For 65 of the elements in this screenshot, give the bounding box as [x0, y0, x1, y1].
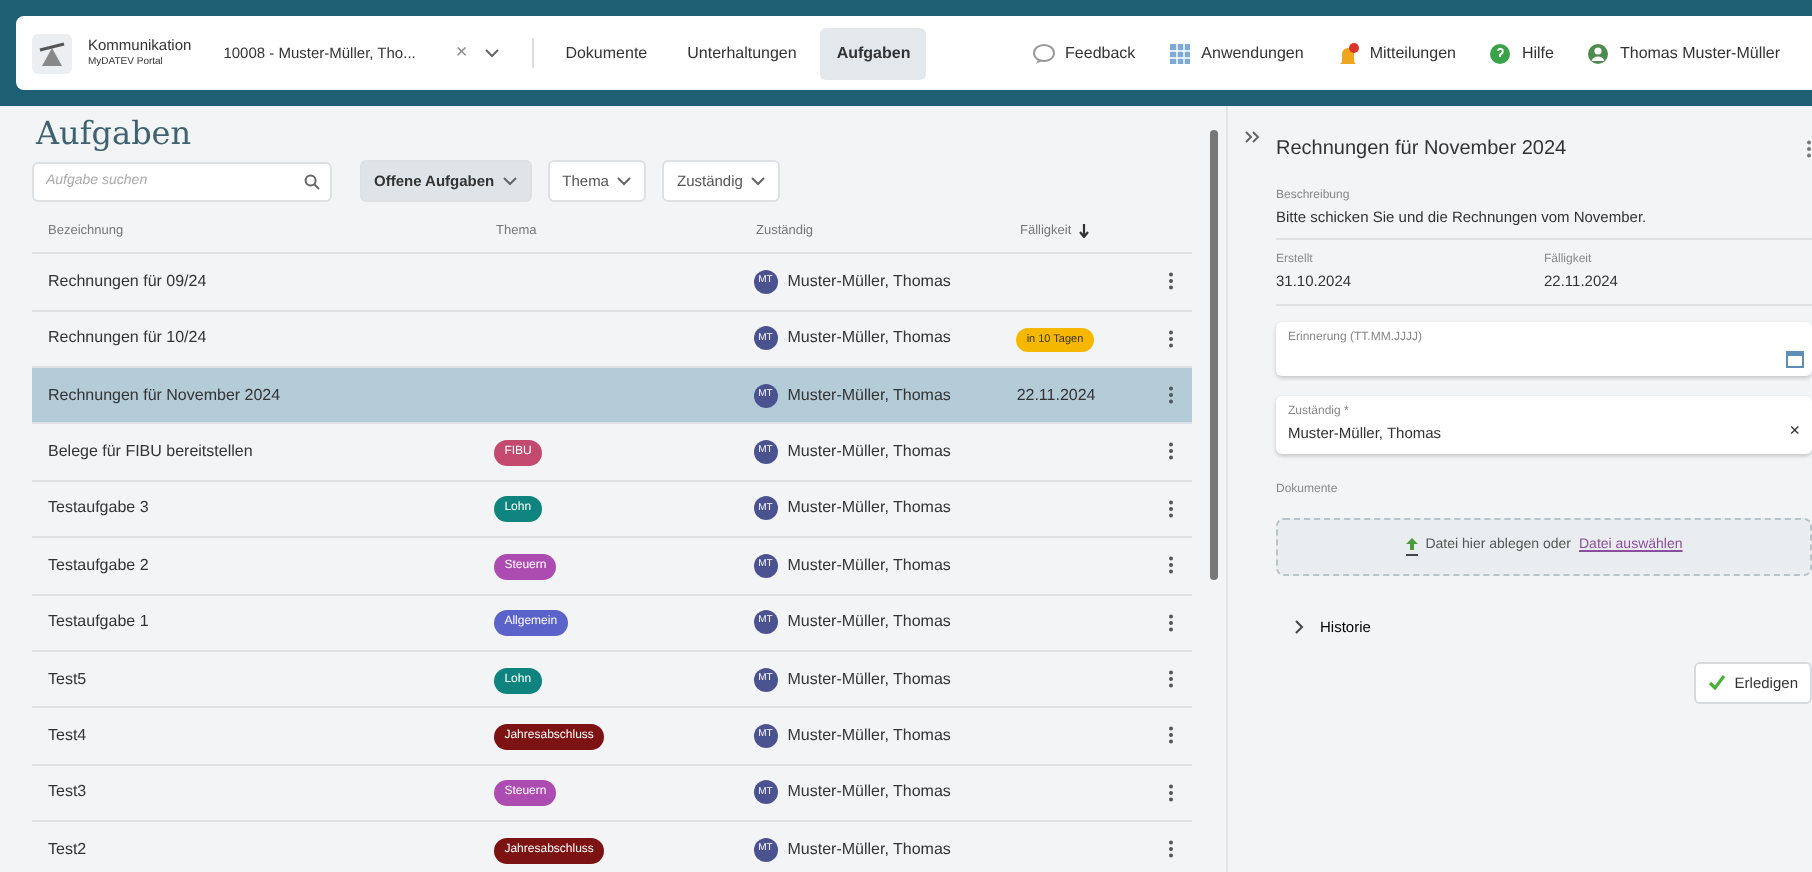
task-name: Test5 [48, 669, 87, 688]
more-icon[interactable] [1167, 840, 1174, 859]
task-name: Testaufgabe 3 [48, 498, 149, 517]
more-icon[interactable] [1167, 613, 1174, 632]
assignee-name: Muster-Müller, Thomas [787, 780, 951, 805]
clear-button[interactable]: × [455, 38, 468, 68]
more-icon[interactable] [1167, 499, 1174, 518]
task-name: Test4 [48, 726, 87, 744]
more-icon[interactable] [1167, 556, 1174, 575]
assignee-name: Muster-Müller, Thomas [787, 269, 951, 294]
more-icon[interactable] [1167, 442, 1174, 461]
clear-button[interactable]: × [1789, 418, 1800, 445]
assignee-name: Muster-Müller, Thomas [787, 667, 951, 692]
task-name: Test2 [48, 839, 87, 858]
chevron-right-icon [1292, 619, 1304, 634]
bell-icon [1335, 41, 1360, 65]
nav-tab[interactable]: Dokumente [549, 27, 664, 79]
header-action[interactable]: Thomas Muster-Müller [1569, 41, 1796, 65]
search-icon [304, 173, 320, 190]
sort-arrow-icon [1077, 224, 1090, 239]
assignee-name: Muster-Müller, Thomas [787, 326, 951, 351]
nav-tab[interactable]: Aufgaben [820, 27, 927, 79]
header-action[interactable]: Anwendungen [1151, 41, 1320, 65]
scrollbar[interactable] [1204, 106, 1228, 872]
task-name: Rechnungen für 09/24 [48, 271, 207, 290]
assignee-name: Muster-Müller, Thomas [787, 553, 951, 578]
more-icon[interactable] [1167, 386, 1174, 405]
chevron-down-icon [616, 174, 633, 189]
detail-title: Rechnungen für November 2024 [1276, 136, 1567, 164]
chevron-down-icon[interactable] [483, 46, 500, 60]
task-name: Belege für FIBU bereitstellen [48, 442, 253, 461]
assignee-name: Muster-Müller, Thomas [787, 383, 951, 408]
more-icon[interactable] [1167, 783, 1174, 802]
due-date: 22.11.2024 [1016, 385, 1096, 404]
checkmark-icon [1708, 674, 1727, 691]
header-action[interactable]: Hilfe [1471, 41, 1570, 65]
task-name: Testaufgabe 2 [48, 555, 149, 574]
more-icon[interactable] [1806, 140, 1812, 158]
assignee-name: Muster-Müller, Thomas [787, 837, 951, 862]
more-icon[interactable] [1167, 670, 1174, 688]
help-icon [1487, 41, 1512, 65]
assignee-name: Muster-Müller, Thomas [787, 724, 951, 748]
more-icon[interactable] [1167, 726, 1174, 745]
more-icon[interactable] [1167, 329, 1174, 348]
chevron-down-icon [502, 174, 519, 189]
header-action[interactable]: Feedback [1015, 41, 1152, 65]
header-action[interactable]: Mitteilungen [1319, 41, 1472, 65]
page-title: Aufgaben [36, 114, 194, 153]
calendar-icon[interactable] [1786, 349, 1804, 367]
task-name: Rechnungen für November 2024 [48, 385, 281, 404]
task-name: Test3 [48, 782, 87, 801]
collapse-panel-icon[interactable] [1244, 130, 1260, 145]
task-name: Testaufgabe 1 [48, 612, 149, 631]
task-name: Rechnungen für 10/24 [48, 328, 207, 347]
more-icon[interactable] [1167, 272, 1174, 291]
nav-tab[interactable]: Unterhaltungen [671, 27, 813, 79]
assignee-name: Muster-Müller, Thomas [787, 440, 951, 465]
upload-icon [1405, 537, 1418, 555]
logo-icon [36, 37, 68, 69]
assignee-name: Muster-Müller, Thomas [787, 496, 951, 521]
grid-icon [1167, 41, 1192, 65]
chevron-down-icon [750, 174, 767, 189]
user-icon [1585, 41, 1610, 65]
speech-bubble-icon [1031, 41, 1056, 65]
assignee-name: Muster-Müller, Thomas [787, 610, 951, 635]
